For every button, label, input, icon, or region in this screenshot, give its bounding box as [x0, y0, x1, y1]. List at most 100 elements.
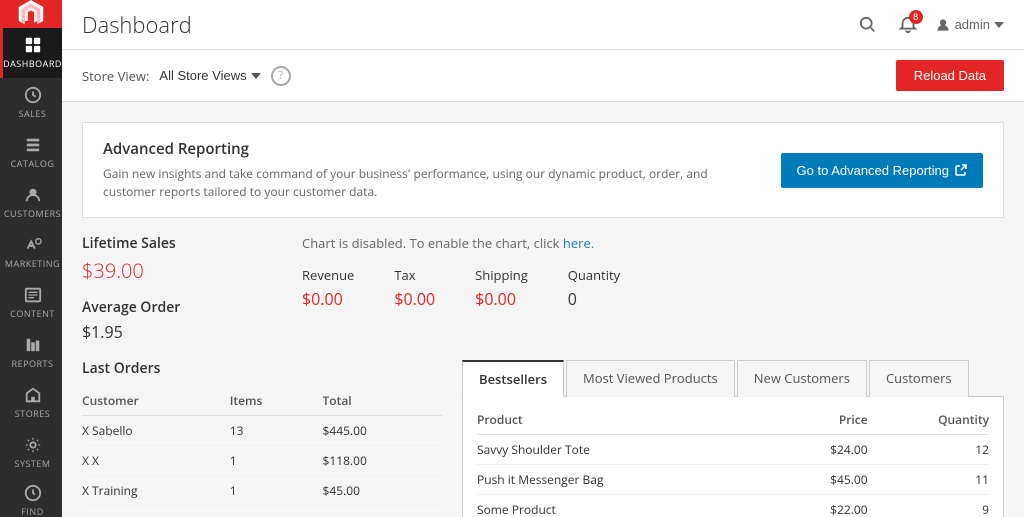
chart-enable-link[interactable]: here.: [563, 234, 594, 252]
top-header: Dashboard 8 admin: [62, 0, 1024, 50]
admin-avatar-icon: [935, 17, 951, 33]
sidebar-bottom: FIND PARTNERS & EXTENSIONS: [0, 478, 62, 517]
store-view-select[interactable]: All Store Views: [159, 68, 260, 83]
bestsellers-col-quantity: Quantity: [868, 407, 989, 435]
chart-area: Chart is disabled. To enable the chart, …: [302, 234, 1004, 343]
catalog-icon: [24, 136, 42, 154]
content-area: Store View: All Store Views ? Reload Dat…: [62, 50, 1024, 517]
order-customer: X X: [82, 446, 230, 476]
tab-new-customers[interactable]: New Customers: [737, 360, 867, 397]
store-view-selected: All Store Views: [159, 68, 246, 83]
bestsellers-col-price: Price: [778, 407, 867, 435]
revenue-label: Revenue: [302, 266, 354, 284]
revenue-value: $0.00: [302, 288, 354, 310]
sidebar: DASHBOARD SALES CATALOG CUSTOMERS MARKET…: [0, 0, 62, 517]
reload-data-button[interactable]: Reload Data: [896, 60, 1004, 91]
orders-col-items: Items: [230, 388, 323, 416]
tabs-section: Bestsellers Most Viewed Products New Cus…: [462, 359, 1004, 517]
search-button[interactable]: [855, 12, 881, 38]
sidebar-item-catalog-label: CATALOG: [11, 157, 55, 170]
bestseller-product: Some Product: [477, 495, 778, 517]
dashboard-body: Advanced Reporting Gain new insights and…: [62, 102, 1024, 517]
store-view-bar: Store View: All Store Views ? Reload Dat…: [62, 50, 1024, 102]
last-orders-section: Last Orders Customer Items Total X Sabel…: [82, 359, 442, 517]
bestsellers-col-product: Product: [477, 407, 778, 435]
sidebar-item-dashboard-label: DASHBOARD: [3, 57, 62, 70]
bottom-row: Last Orders Customer Items Total X Sabel…: [82, 359, 1004, 517]
marketing-icon: [24, 236, 42, 254]
order-items: 1: [230, 476, 323, 506]
tab-most-viewed[interactable]: Most Viewed Products: [566, 360, 735, 397]
table-row: Savvy Shoulder Tote $24.00 12: [477, 435, 989, 465]
sidebar-item-marketing-label: MARKETING: [5, 257, 60, 270]
main-content: Dashboard 8 admin Store View: All Store …: [62, 0, 1024, 517]
sidebar-item-sales[interactable]: SALES: [0, 78, 62, 128]
help-icon-button[interactable]: ?: [271, 66, 291, 86]
order-total: $118.00: [322, 446, 442, 476]
sidebar-item-stores[interactable]: STORES: [0, 378, 62, 428]
sidebar-item-customers-label: CUSTOMERS: [4, 207, 61, 220]
sidebar-item-dashboard[interactable]: DASHBOARD: [0, 28, 62, 78]
external-link-icon: [955, 164, 967, 176]
tax-label: Tax: [394, 266, 435, 284]
content-icon: [24, 286, 42, 304]
system-icon: [24, 436, 42, 454]
sidebar-item-catalog[interactable]: CATALOG: [0, 128, 62, 178]
advanced-reporting-description: Gain new insights and take command of yo…: [103, 165, 761, 201]
chart-disabled-prefix: Chart is disabled. To enable the chart, …: [302, 234, 560, 252]
order-total: $445.00: [322, 416, 442, 446]
table-row: X Sabello 13 $445.00: [82, 416, 442, 446]
go-to-advanced-reporting-button[interactable]: Go to Advanced Reporting: [781, 153, 984, 188]
last-orders-table: Customer Items Total X Sabello 13 $445.0…: [82, 388, 442, 506]
store-view-label: Store View:: [82, 67, 149, 85]
chart-disabled-text: Chart is disabled. To enable the chart, …: [302, 234, 1004, 252]
table-row: Push it Messenger Bag $45.00 11: [477, 465, 989, 495]
advanced-reporting-section: Advanced Reporting Gain new insights and…: [82, 122, 1004, 218]
admin-label: admin: [955, 17, 990, 32]
sales-icon: [24, 86, 42, 104]
tax-value: $0.00: [394, 288, 435, 310]
metrics-row: Revenue $0.00 Tax $0.00 Shipping $0.00: [302, 266, 1004, 310]
tab-bestsellers[interactable]: Bestsellers: [462, 360, 564, 397]
bestsellers-table: Product Price Quantity Savvy Shoulder To…: [477, 407, 989, 517]
quantity-label: Quantity: [568, 266, 620, 284]
bestseller-price: $24.00: [778, 435, 867, 465]
sidebar-item-system[interactable]: SYSTEM: [0, 428, 62, 478]
sidebar-item-stores-label: STORES: [15, 407, 50, 420]
bestseller-quantity: 12: [868, 435, 989, 465]
admin-button[interactable]: admin: [935, 17, 1004, 33]
bestseller-quantity: 9: [868, 495, 989, 517]
sidebar-item-content[interactable]: CONTENT: [0, 278, 62, 328]
find-partners-icon: [24, 484, 42, 502]
bestseller-price: $22.00: [778, 495, 867, 517]
customers-icon: [24, 186, 42, 204]
tab-customers[interactable]: Customers: [869, 360, 969, 397]
tab-content-bestsellers: Product Price Quantity Savvy Shoulder To…: [462, 397, 1004, 517]
shipping-metric: Shipping $0.00: [475, 266, 528, 310]
lifetime-sales-value: $39.00: [82, 257, 282, 284]
table-row: X Training 1 $45.00: [82, 476, 442, 506]
dashboard-icon: [24, 36, 42, 54]
notification-badge: 8: [909, 10, 923, 24]
table-row: Some Product $22.00 9: [477, 495, 989, 517]
left-stats: Lifetime Sales $39.00 Average Order $1.9…: [82, 234, 282, 343]
table-row: X X 1 $118.00: [82, 446, 442, 476]
order-customer: X Sabello: [82, 416, 230, 446]
avg-order-value: $1.95: [82, 321, 282, 343]
quantity-metric: Quantity 0: [568, 266, 620, 310]
order-customer: X Training: [82, 476, 230, 506]
notification-button[interactable]: 8: [895, 12, 921, 38]
sidebar-item-content-label: CONTENT: [10, 307, 55, 320]
orders-col-total: Total: [322, 388, 442, 416]
last-orders-title: Last Orders: [82, 359, 442, 378]
sidebar-item-customers[interactable]: CUSTOMERS: [0, 178, 62, 228]
sidebar-item-find-partners[interactable]: FIND PARTNERS & EXTENSIONS: [0, 478, 62, 517]
tax-metric: Tax $0.00: [394, 266, 435, 310]
magento-logo-icon: [17, 0, 45, 28]
sidebar-item-reports[interactable]: REPORTS: [0, 328, 62, 378]
sidebar-item-marketing[interactable]: MARKETING: [0, 228, 62, 278]
tabs-bar: Bestsellers Most Viewed Products New Cus…: [462, 359, 1004, 397]
lifetime-sales-label: Lifetime Sales: [82, 234, 282, 253]
magento-logo[interactable]: [0, 0, 62, 28]
orders-col-customer: Customer: [82, 388, 230, 416]
